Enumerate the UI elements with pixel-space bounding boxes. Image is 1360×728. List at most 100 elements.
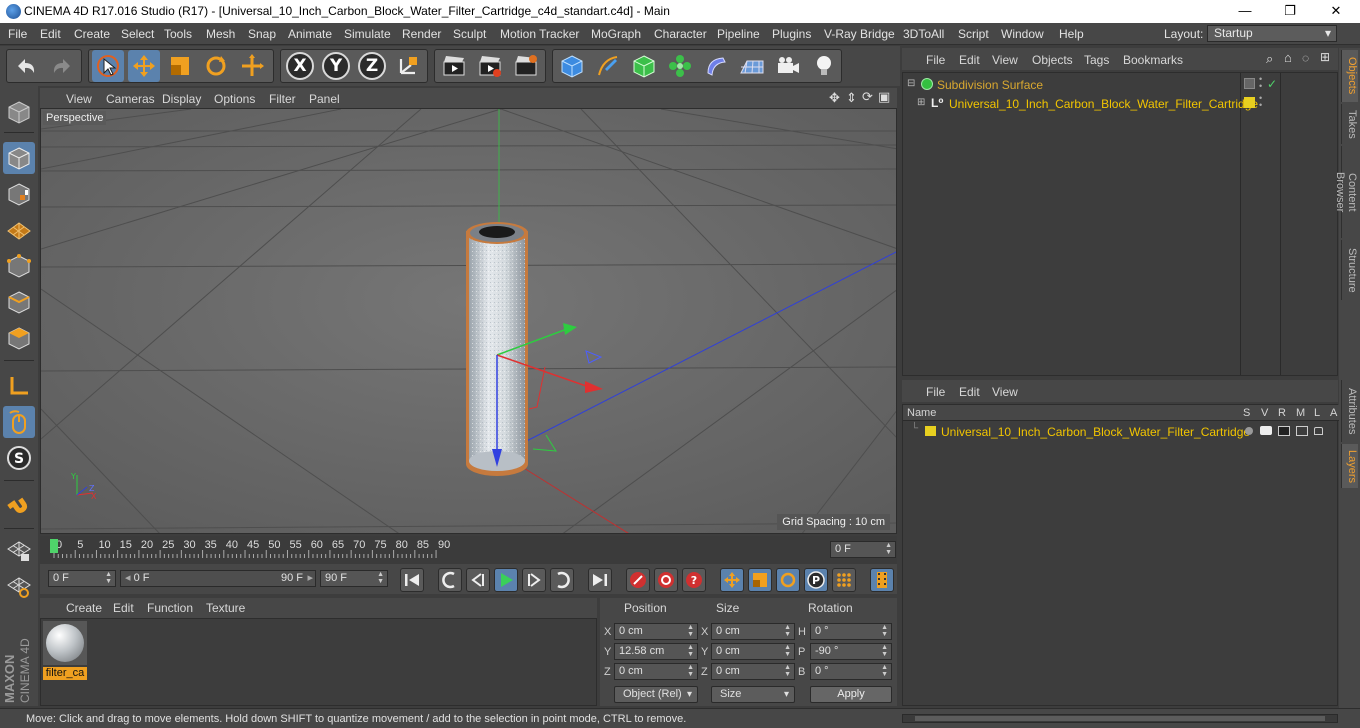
objects-menu-bookmarks[interactable]: Bookmarks [1123,53,1183,67]
rotation-b-field[interactable]: 0 ° ▲ ▼ [810,663,892,680]
viewport-pan-icon[interactable]: ✥ [829,90,840,106]
axis-mode-button[interactable] [3,370,35,402]
key-pla-button[interactable] [832,568,856,592]
tab-attributes[interactable]: Attributes [1341,380,1358,442]
menu-edit[interactable]: Edit [40,27,61,41]
object-row-filter-cartridge[interactable]: ⊞ L⁰ Universal_10_Inch_Carbon_Block_Wate… [903,94,1339,113]
expand-icon[interactable]: ⊞ [917,97,925,108]
viewport-menu-filter[interactable]: Filter [269,92,296,106]
horizontal-scrollbar[interactable] [902,714,1338,723]
solo-toggle-icon[interactable] [1245,427,1253,435]
objects-menu-objects[interactable]: Objects [1032,53,1073,67]
model-mode-button[interactable] [3,142,35,174]
minimize-icon[interactable]: — [1235,3,1255,19]
viewport-menu-options[interactable]: Options [214,92,255,106]
scale-tool-button[interactable] [164,50,196,82]
make-editable-button[interactable] [3,96,35,128]
viewport-camera-label[interactable]: Perspective [43,111,107,125]
timeline-ruler[interactable]: 0 5 10 15 20 25 30 35 40 45 50 55 60 65 70 75 80 85 90 0 F… [40,536,897,564]
key-position-button[interactable] [720,568,744,592]
collapse-icon[interactable]: ⊟ [907,78,915,89]
menu-select[interactable]: Select [121,27,154,41]
menu-pipeline[interactable]: Pipeline [717,27,760,41]
next-frame-button[interactable] [522,568,546,592]
light-button[interactable] [808,50,840,82]
floor-button[interactable] [736,50,768,82]
visibility-dots-icon[interactable]: • • [1259,75,1262,91]
texture-mode-button[interactable] [3,178,35,210]
spline-pen-button[interactable] [592,50,624,82]
viewport-move-icon[interactable]: ⇕ [846,90,857,106]
layer-color-swatch[interactable] [925,426,936,436]
viewport-menu-display[interactable]: Display [162,92,201,106]
x-axis-lock-button[interactable]: X [284,50,316,82]
move-tool-button[interactable] [128,50,160,82]
end-frame-field[interactable]: 90 F ▲ ▼ [320,570,388,587]
render-clapper-icon[interactable] [1278,426,1290,436]
record-active-objects-button[interactable] [626,568,650,592]
go-to-start-button[interactable] [400,568,424,592]
viewport-maximize-icon[interactable]: ▣ [878,89,890,105]
position-y-field[interactable]: 12.58 cm ▲ ▼ [614,643,698,660]
points-mode-button[interactable] [3,250,35,282]
menu-tools[interactable]: Tools [164,27,192,41]
size-z-field[interactable]: 0 cm ▲ ▼ [711,663,795,680]
layer-tag-icon[interactable] [1244,78,1255,89]
tab-layers[interactable]: Layers [1341,444,1358,488]
objects-menu-tags[interactable]: Tags [1084,53,1109,67]
coordinate-mode-dropdown[interactable]: Object (Rel) [614,686,698,703]
coordinate-system-button[interactable] [392,50,424,82]
redo-button[interactable] [46,50,78,82]
size-x-field[interactable]: 0 cm ▲ ▼ [711,623,795,640]
edges-mode-button[interactable] [3,286,35,318]
rotation-p-field[interactable]: -90 ° ▲ ▼ [810,643,892,660]
menu-mograph[interactable]: MoGraph [591,27,641,41]
material-menu-edit[interactable]: Edit [113,601,134,615]
manager-icon[interactable] [1296,426,1308,436]
lock-icon[interactable] [1314,427,1323,435]
viewport-menu-panel[interactable]: Panel [309,92,340,106]
tab-objects[interactable]: Objects [1341,50,1358,102]
layers-menu-view[interactable]: View [992,385,1018,399]
render-picture-viewer-button[interactable] [474,50,506,82]
tab-structure[interactable]: Structure [1341,240,1358,300]
menu-simulate[interactable]: Simulate [344,27,391,41]
timeline-window-button[interactable] [870,568,894,592]
menu-window[interactable]: Window [1001,27,1044,41]
previous-frame-button[interactable] [466,568,490,592]
viewport-menu-cameras[interactable]: Cameras [106,92,155,106]
tab-content-browser[interactable]: Content Browser [1334,146,1358,238]
go-to-end-button[interactable] [588,568,612,592]
current-frame-field[interactable]: 0 F ▲ ▼ [830,541,896,558]
layers-menu-file[interactable]: File [926,385,945,399]
subdivision-surface-button[interactable] [628,50,660,82]
workplane-mode-button[interactable] [3,214,35,246]
menu-help[interactable]: Help [1059,27,1084,41]
menu-sculpt[interactable]: Sculpt [453,27,486,41]
enabled-check-icon[interactable]: ✓ [1267,77,1277,91]
menu-motion-tracker[interactable]: Motion Tracker [500,27,579,41]
frame-range-slider[interactable]: ◂ 0 F 90 F ▸ [120,570,316,587]
snap-button[interactable]: S [3,442,35,474]
menu-snap[interactable]: Snap [248,27,276,41]
menu-mesh[interactable]: Mesh [206,27,235,41]
camera-button[interactable] [772,50,804,82]
visible-eye-icon[interactable] [1260,426,1272,435]
menu-file[interactable]: File [8,27,27,41]
z-axis-lock-button[interactable]: Z [356,50,388,82]
visibility-dots-icon[interactable]: • • [1259,94,1262,110]
y-axis-lock-button[interactable]: Y [320,50,352,82]
key-rotation-button[interactable] [776,568,800,592]
material-menu-function[interactable]: Function [147,601,193,615]
menu-render[interactable]: Render [402,27,441,41]
start-frame-field[interactable]: 0 F ▲ ▼ [48,570,116,587]
layers-menu-edit[interactable]: Edit [959,385,980,399]
undo-button[interactable] [10,50,42,82]
viewport-rotate-icon[interactable]: ⟳ [862,89,873,105]
tweak-mode-button[interactable] [3,406,35,438]
play-button[interactable] [494,568,518,592]
layer-color-icon[interactable] [1244,97,1255,108]
cube-button[interactable] [556,50,588,82]
key-parameter-button[interactable]: P [804,568,828,592]
menu-character[interactable]: Character [654,27,707,41]
